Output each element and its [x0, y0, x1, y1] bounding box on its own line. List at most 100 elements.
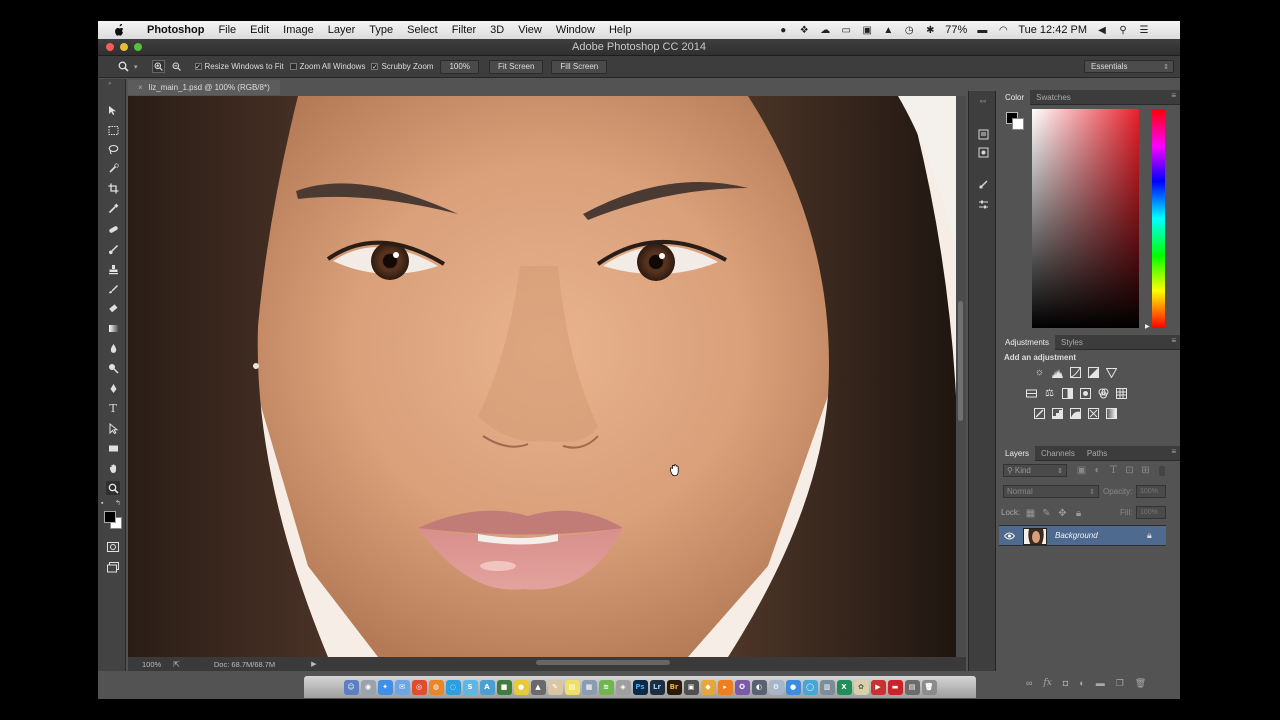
layer-row[interactable]: Background 🔒︎: [999, 525, 1166, 546]
color-panel-menu-icon[interactable]: ≡: [1171, 91, 1176, 100]
workspace-switcher[interactable]: Essentials ⇕: [1084, 60, 1174, 73]
default-colors-icon[interactable]: ▪: [101, 500, 103, 507]
menu-view[interactable]: View: [511, 24, 549, 36]
crop-tool-icon[interactable]: [106, 181, 120, 195]
firefox-icon[interactable]: ◍: [428, 679, 444, 695]
cloud-icon[interactable]: ☁: [819, 24, 831, 36]
selective-color-icon[interactable]: [1088, 408, 1099, 419]
fit-screen-button[interactable]: Fit Screen: [488, 59, 544, 74]
foreground-color-swatch[interactable]: [104, 511, 116, 523]
app-icon-25[interactable]: ⚙: [768, 679, 784, 695]
curves-icon[interactable]: [1070, 367, 1081, 378]
scrubby-zoom-checkbox[interactable]: ✓ Scrubby Zoom: [371, 62, 433, 71]
zoom-out-icon[interactable]: [170, 60, 183, 73]
spotify-icon[interactable]: ≋: [598, 679, 614, 695]
link-layers-icon[interactable]: ∞: [1026, 678, 1032, 688]
lock-image-icon[interactable]: ✎: [1041, 508, 1052, 519]
vibrance-icon[interactable]: [1106, 367, 1117, 378]
path-selection-tool-icon[interactable]: [106, 421, 120, 435]
gradient-map-icon[interactable]: [1106, 408, 1117, 419]
app-icon-24[interactable]: ◐: [751, 679, 767, 695]
lock-all-icon[interactable]: 🔒︎: [1073, 508, 1084, 519]
document-tab[interactable]: × liz_main_1.psd @ 100% (RGB/8*): [128, 80, 280, 95]
opacity-field[interactable]: 100%: [1136, 485, 1166, 498]
tab-styles[interactable]: Styles: [1055, 335, 1089, 350]
fill-screen-button[interactable]: Fill Screen: [551, 59, 608, 74]
menu-help[interactable]: Help: [602, 24, 639, 36]
spotlight-icon[interactable]: ⚲: [1117, 24, 1129, 36]
skype-icon[interactable]: S: [462, 679, 478, 695]
time-machine-icon[interactable]: ◷: [903, 24, 915, 36]
apple-icon[interactable]: [112, 23, 126, 37]
pen-tool-icon[interactable]: [106, 381, 120, 395]
app-icon-22[interactable]: ▸: [717, 679, 733, 695]
app-store-icon[interactable]: A: [479, 679, 495, 695]
panel-bg-color-swatch[interactable]: [1012, 118, 1024, 130]
hue-slider[interactable]: [1152, 109, 1165, 328]
mail-icon[interactable]: ✉: [394, 679, 410, 695]
app-icon-33[interactable]: ▤: [904, 679, 920, 695]
menu-photoshop[interactable]: Photoshop: [140, 24, 211, 36]
safari-icon[interactable]: ✦: [377, 679, 393, 695]
layer-filter-select[interactable]: ⚲ Kind ⇕: [1003, 464, 1067, 477]
color-field[interactable]: [1032, 109, 1139, 328]
filter-toggle[interactable]: [1159, 466, 1165, 476]
status-menu-arrow-icon[interactable]: ▶: [311, 660, 316, 668]
zoom-in-icon[interactable]: [151, 60, 165, 73]
photoshop-icon[interactable]: Ps: [632, 679, 648, 695]
document-canvas[interactable]: [128, 96, 956, 657]
new-group-icon[interactable]: ▬: [1096, 678, 1105, 688]
blend-mode-select[interactable]: Normal ⇕: [1003, 485, 1099, 498]
tab-layers[interactable]: Layers: [999, 445, 1036, 461]
trash-icon[interactable]: 🗑︎: [921, 679, 937, 695]
tab-channels[interactable]: Channels: [1035, 446, 1081, 461]
filter-pixel-icon[interactable]: ▣: [1076, 465, 1087, 476]
photo-filter-icon[interactable]: [1080, 388, 1091, 399]
history-brush-tool-icon[interactable]: [106, 282, 120, 296]
horizontal-scroll-thumb[interactable]: [536, 660, 670, 665]
tool-presets-icon[interactable]: [976, 197, 990, 211]
app-icon-10[interactable]: ●: [513, 679, 529, 695]
add-mask-icon[interactable]: ◘: [1063, 678, 1068, 688]
zoom-100-button[interactable]: 100%: [440, 59, 479, 74]
app-icon-11[interactable]: ▲: [530, 679, 546, 695]
color-lookup-icon[interactable]: [1116, 388, 1127, 399]
eyedropper-tool-icon[interactable]: [106, 201, 120, 215]
menu-select[interactable]: Select: [400, 24, 445, 36]
filter-type-icon[interactable]: T: [1108, 465, 1119, 476]
expand-panels-icon[interactable]: ««: [976, 95, 990, 109]
excel-icon[interactable]: X: [836, 679, 852, 695]
chrome-icon[interactable]: ◎: [411, 679, 427, 695]
hue-saturation-icon[interactable]: [1026, 388, 1037, 399]
app-icon-12[interactable]: ✎: [547, 679, 563, 695]
lightroom-icon[interactable]: Lr: [649, 679, 665, 695]
brush-tool-icon[interactable]: [106, 242, 120, 256]
app-icon-27[interactable]: ◯: [802, 679, 818, 695]
share-icon[interactable]: ⇱: [173, 660, 180, 669]
channel-mixer-icon[interactable]: [1098, 388, 1109, 399]
menu-3d[interactable]: 3D: [483, 24, 511, 36]
menu-edit[interactable]: Edit: [243, 24, 276, 36]
eraser-tool-icon[interactable]: [106, 301, 120, 315]
new-adjustment-layer-icon[interactable]: ◐: [1079, 678, 1084, 688]
app-icon-20[interactable]: ▣: [683, 679, 699, 695]
app-icon-28[interactable]: ▥: [819, 679, 835, 695]
exposure-icon[interactable]: [1088, 367, 1099, 378]
tab-color[interactable]: Color: [999, 89, 1031, 105]
collapse-tools-icon[interactable]: »: [108, 81, 111, 87]
battery-icon[interactable]: ▬: [976, 24, 988, 36]
lock-position-icon[interactable]: ✥: [1057, 508, 1068, 519]
app-icon-16[interactable]: ◈: [615, 679, 631, 695]
preset-dropdown-icon[interactable]: ▾: [134, 63, 138, 71]
filter-smart-object-icon[interactable]: ⊞: [1140, 465, 1151, 476]
zoom-level-field[interactable]: 100%: [142, 660, 161, 669]
display-icon[interactable]: ▭: [840, 24, 852, 36]
quick-mask-icon[interactable]: [106, 540, 120, 554]
hand-tool-icon[interactable]: [106, 461, 120, 475]
bridge-icon[interactable]: Br: [666, 679, 682, 695]
app-icon-23[interactable]: ✪: [734, 679, 750, 695]
layer-style-icon[interactable]: fx: [1043, 678, 1051, 688]
dodge-tool-icon[interactable]: [106, 361, 120, 375]
app-icon-32[interactable]: ▬: [887, 679, 903, 695]
move-tool-icon[interactable]: [106, 103, 120, 117]
